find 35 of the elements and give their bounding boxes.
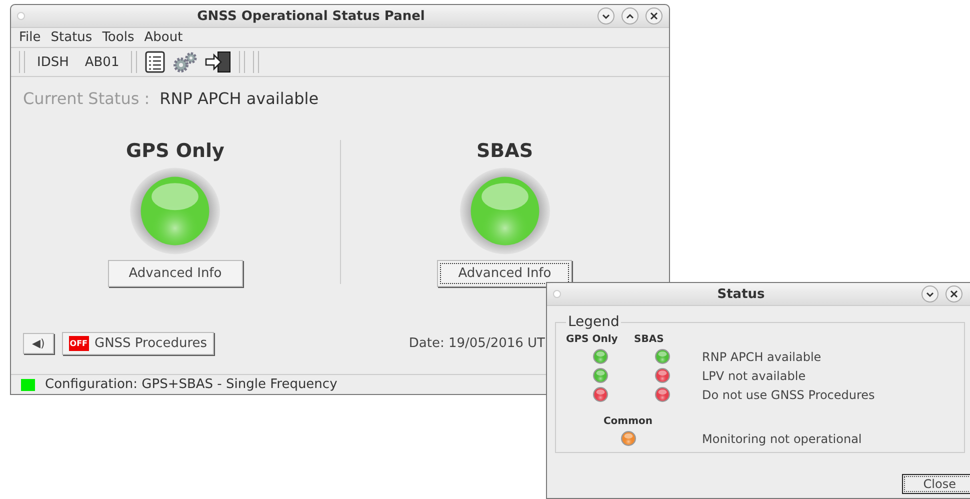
legend-label: Do not use GNSS Procedures bbox=[701, 388, 876, 402]
sound-button[interactable]: ◀) bbox=[23, 333, 54, 354]
minimize-icon[interactable] bbox=[921, 285, 939, 303]
legend-title: Legend bbox=[567, 314, 620, 330]
legend-label: Monitoring not operational bbox=[701, 432, 863, 446]
advanced-info-button[interactable]: Advanced Info bbox=[437, 260, 572, 287]
procedures-button[interactable]: OFF GNSS Procedures bbox=[62, 332, 214, 355]
menu-item[interactable]: Status bbox=[46, 30, 96, 45]
status-value: RNP APCH available bbox=[160, 89, 319, 108]
column-header: Common bbox=[602, 416, 654, 427]
window-title: GNSS Operational Status Panel bbox=[196, 8, 426, 24]
column-header: GPS Only bbox=[566, 334, 619, 345]
panel-title: GPS Only bbox=[126, 140, 224, 162]
maximize-icon[interactable] bbox=[621, 7, 639, 25]
date-text: Date: 19/05/2016 UT bbox=[408, 336, 545, 351]
minimize-icon[interactable] bbox=[597, 7, 615, 25]
close-button[interactable]: Close bbox=[902, 474, 970, 494]
list-icon[interactable] bbox=[144, 51, 166, 73]
status-label: Current Status : bbox=[23, 89, 150, 108]
close-icon[interactable] bbox=[945, 285, 963, 303]
panel-title: SBAS bbox=[476, 140, 534, 162]
advanced-info-button[interactable]: Advanced Info bbox=[108, 260, 243, 287]
window-title: Status bbox=[716, 286, 766, 302]
close-icon[interactable] bbox=[645, 7, 663, 25]
menu-item[interactable]: About bbox=[140, 30, 187, 45]
gears-icon[interactable] bbox=[172, 51, 198, 73]
status-text: Configuration: GPS+SBAS - Single Frequency bbox=[45, 377, 338, 392]
toolbar-label: AB01 bbox=[84, 54, 120, 70]
column-header: SBAS bbox=[634, 334, 665, 345]
legend-label: RNP APCH available bbox=[701, 350, 822, 364]
menu-item[interactable]: Tools bbox=[98, 30, 138, 45]
toolbar-label: IDSH bbox=[36, 54, 70, 70]
legend-label: LPV not available bbox=[701, 368, 807, 382]
exit-icon[interactable] bbox=[204, 51, 232, 73]
menu-item[interactable]: File bbox=[15, 30, 45, 45]
